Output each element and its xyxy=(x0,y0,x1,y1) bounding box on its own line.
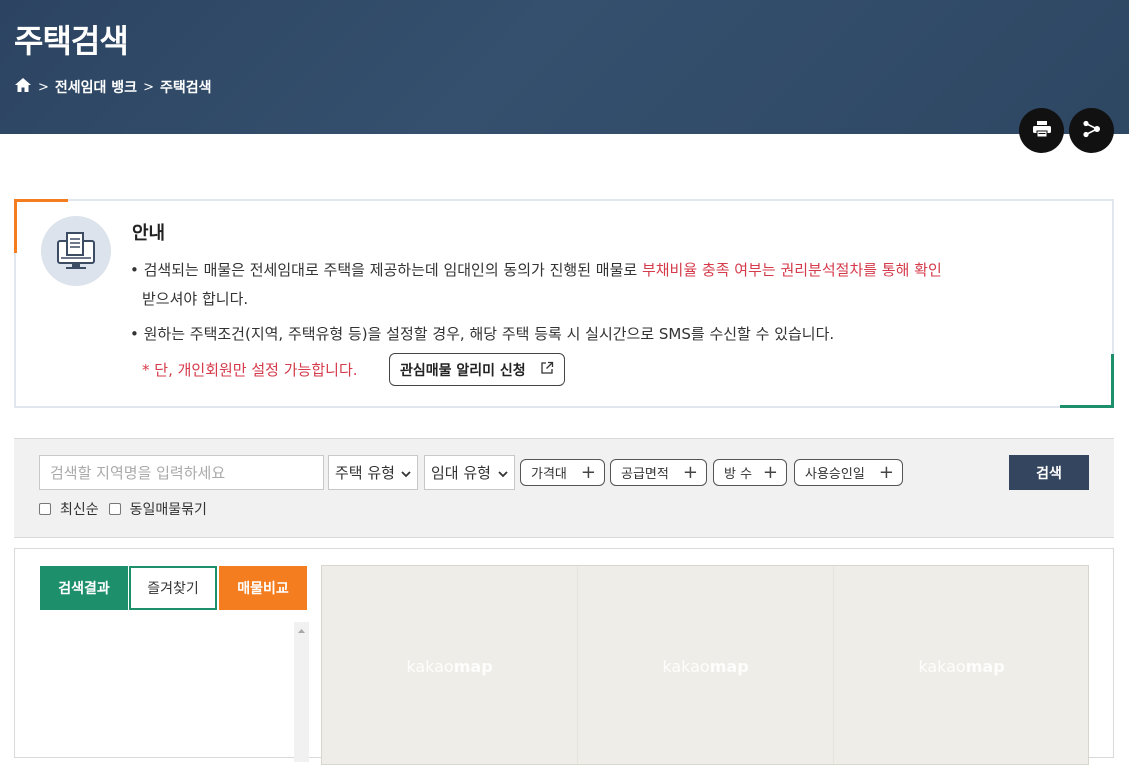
results-panel: 검색결과 즐겨찾기 매물비교 kakaomap kakaomap kakaoma… xyxy=(14,548,1114,765)
share-icon xyxy=(1082,120,1102,142)
notice-line-1-cont: 받으셔야 합니다. xyxy=(142,290,249,308)
tab-search-results[interactable]: 검색결과 xyxy=(40,566,128,610)
group-checkbox[interactable] xyxy=(108,503,121,515)
room-count-filter[interactable]: 방 수 + xyxy=(713,459,787,486)
breadcrumb-item[interactable]: 전세임대 뱅크 xyxy=(55,77,137,97)
printer-icon xyxy=(1032,120,1052,142)
group-checkbox-label[interactable]: 동일매물묶기 xyxy=(130,499,207,519)
notice-box: 안내 • 검색되는 매물은 전세임대로 주택을 제공하는데 임대인의 동의가 진… xyxy=(14,199,1114,408)
price-range-filter[interactable]: 가격대 + xyxy=(520,459,605,486)
breadcrumb-item-current: 주택검색 xyxy=(159,80,212,96)
house-type-value: 주택 유형 xyxy=(335,464,395,482)
filter-label: 가격대 xyxy=(531,467,567,482)
house-type-select[interactable]: 주택 유형 xyxy=(328,455,418,490)
results-scrollbar[interactable] xyxy=(294,622,309,762)
tab-favorites[interactable]: 즐겨찾기 xyxy=(129,566,217,610)
map-logo: kakaomap xyxy=(406,656,493,676)
plus-icon: + xyxy=(878,461,894,483)
print-button[interactable] xyxy=(1019,108,1064,153)
map-tile: kakaomap xyxy=(578,566,834,764)
approval-date-filter[interactable]: 사용승인일 + xyxy=(794,459,903,486)
notice-highlight: 부채비율 충족 여부는 권리분석절차를 통해 확인 xyxy=(641,261,942,279)
lease-type-value: 임대 유형 xyxy=(431,464,491,482)
notice-note: * 단, 개인회원만 설정 가능합니다. xyxy=(142,361,358,379)
alarm-subscribe-button[interactable]: 관심매물 알리미 신청 xyxy=(389,353,565,386)
search-panel: 주택 유형 임대 유형 가격대 + 공급면적 + 방 수 + 사용승인일 + 검색 최신… xyxy=(14,438,1114,538)
search-button[interactable]: 검색 xyxy=(1009,455,1089,490)
filter-label: 사용승인일 xyxy=(805,467,865,482)
notice-line-1-text: • 검색되는 매물은 전세임대로 주택을 제공하는데 임대인의 동의가 진행된 … xyxy=(130,261,642,279)
document-monitor-icon xyxy=(41,216,111,286)
page-title: 주택검색 xyxy=(14,22,129,60)
plus-icon: + xyxy=(762,461,778,483)
share-button[interactable] xyxy=(1069,108,1114,153)
chevron-down-icon xyxy=(498,464,508,482)
chevron-right-icon: > xyxy=(143,79,154,95)
filter-label: 방 수 xyxy=(724,467,753,482)
filter-label: 공급면적 xyxy=(621,467,669,482)
page-header: 주택검색 > 전세임대 뱅크 > 주택검색 xyxy=(0,0,1129,134)
home-icon[interactable] xyxy=(14,77,32,97)
map-logo: kakaomap xyxy=(662,656,749,676)
plus-icon: + xyxy=(682,461,698,483)
tab-compare[interactable]: 매물비교 xyxy=(219,566,307,610)
notice-line-1: • 검색되는 매물은 전세임대로 주택을 제공하는데 임대인의 동의가 진행된 … xyxy=(130,259,942,280)
breadcrumb: > 전세임대 뱅크 > 주택검색 xyxy=(14,77,212,97)
corner-accent-green xyxy=(1060,354,1114,408)
scroll-up-icon[interactable] xyxy=(294,625,309,637)
alarm-button-label: 관심매물 알리미 신청 xyxy=(400,362,526,379)
latest-checkbox[interactable] xyxy=(39,503,51,515)
kakao-map[interactable]: kakaomap kakaomap kakaomap xyxy=(321,565,1089,765)
external-link-icon xyxy=(540,361,554,379)
chevron-down-icon xyxy=(401,464,411,482)
map-tile: kakaomap xyxy=(322,566,578,764)
chevron-right-icon: > xyxy=(38,79,49,95)
notice-title: 안내 xyxy=(132,223,166,244)
map-tile: kakaomap xyxy=(834,566,1088,764)
plus-icon: + xyxy=(580,461,596,483)
sort-options: 최신순 동일매물묶기 xyxy=(39,499,207,519)
region-search-input[interactable] xyxy=(39,455,324,490)
notice-line-2: • 원하는 주택조건(지역, 주택유형 등)을 설정할 경우, 해당 주택 등록… xyxy=(130,325,835,343)
latest-checkbox-label[interactable]: 최신순 xyxy=(60,499,99,519)
supply-area-filter[interactable]: 공급면적 + xyxy=(610,459,707,486)
lease-type-select[interactable]: 임대 유형 xyxy=(424,455,515,490)
map-logo: kakaomap xyxy=(918,656,1005,676)
